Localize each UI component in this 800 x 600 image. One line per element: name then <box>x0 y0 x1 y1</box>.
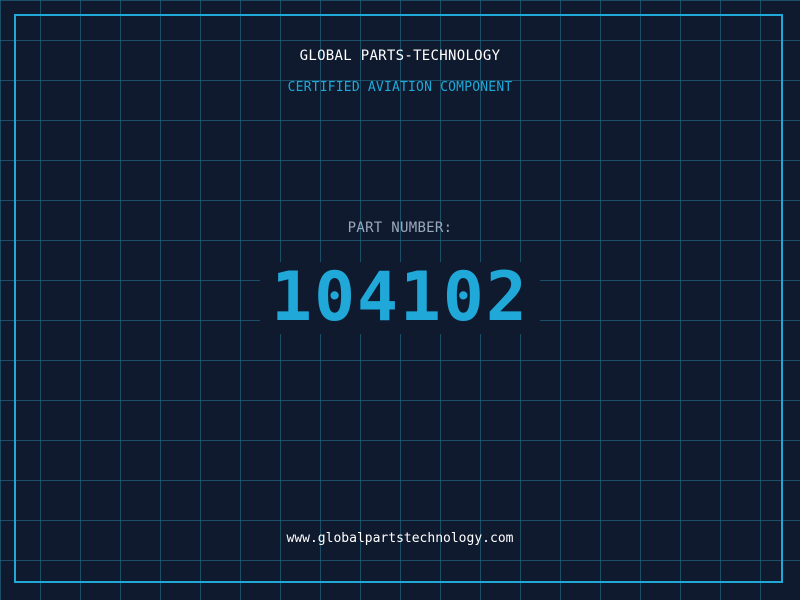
website-url: www.globalpartstechnology.com <box>286 531 514 546</box>
part-label-screen: GLOBAL PARTS-TECHNOLOGY CERTIFIED AVIATI… <box>0 0 800 600</box>
company-name: GLOBAL PARTS-TECHNOLOGY <box>299 48 501 64</box>
part-number-label: PART NUMBER: <box>347 220 453 236</box>
part-number-panel: 104102 <box>260 262 540 334</box>
part-number-value: 104102 <box>271 258 529 337</box>
company-tagline: CERTIFIED AVIATION COMPONENT <box>287 80 513 95</box>
